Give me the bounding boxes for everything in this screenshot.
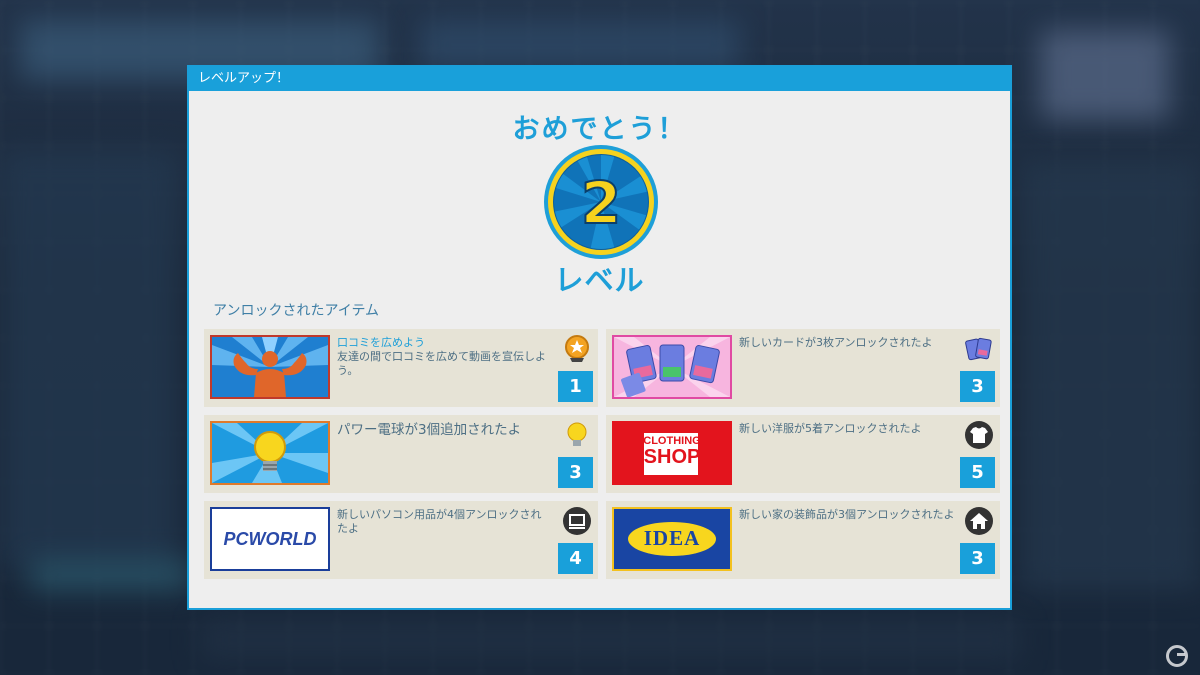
computer-icon	[563, 507, 591, 535]
unlocked-item-cards: 新しいカードが3枚アンロックされたよ 3	[606, 329, 1000, 407]
item-count: 4	[558, 543, 593, 574]
unlocked-items-heading: アンロックされたアイテム	[213, 303, 380, 319]
lightbulb-icon	[567, 422, 587, 446]
idea-logo-text: IDEA	[643, 526, 701, 550]
item-title: 口コミを広めよう	[337, 336, 425, 349]
unlocked-item-home-decor: IDEA 新しい家の装飾品が3個アンロックされたよ 3	[606, 501, 1000, 579]
cards-thumbnail	[612, 335, 732, 399]
item-count: 5	[960, 457, 995, 488]
item-count: 3	[558, 457, 593, 488]
unlocked-item-pc-goods: PCWORLD 新しいパソコン用品が4個アンロックされたよ 4	[204, 501, 598, 579]
item-text: 新しい家の装飾品が3個アンロックされたよ	[739, 508, 964, 522]
cards-icon	[965, 337, 992, 361]
level-up-dialog: レベルアップ！ おめでとう！ 2 レベル アンロックされたアイテム 口コミを広め…	[187, 65, 1012, 610]
item-description: パワー電球が3個追加されたよ	[337, 422, 522, 438]
unlocked-item-power-bulbs: パワー電球が3個追加されたよ 3	[204, 415, 598, 493]
item-text: 新しい洋服が5着アンロックされたよ	[739, 422, 964, 436]
item-description: 新しいパソコン用品が4個アンロックされたよ	[337, 508, 542, 535]
lightbulb-thumbnail	[210, 421, 330, 485]
shirt-icon	[965, 421, 993, 449]
idea-logo: IDEA	[612, 507, 732, 571]
item-description: 新しい家の装飾品が3個アンロックされたよ	[739, 508, 955, 521]
house-icon	[965, 507, 993, 535]
item-count: 3	[960, 543, 995, 574]
level-number: 2	[581, 169, 621, 237]
clothing-shop-logo: CLOTHING SHOP	[612, 421, 732, 485]
congrats-heading: おめでとう！	[512, 114, 687, 145]
item-text: 口コミを広めよう 友達の間で口コミを広めて動画を宣伝しよう。	[337, 336, 547, 378]
star-medal-icon	[565, 335, 589, 362]
item-text: パワー電球が3個追加されたよ	[337, 422, 547, 439]
item-description: 新しい洋服が5着アンロックされたよ	[739, 422, 922, 435]
pcworld-logo: PCWORLD	[210, 507, 330, 571]
item-text: 新しいカードが3枚アンロックされたよ	[739, 336, 964, 350]
level-badge: 2	[544, 145, 658, 259]
item-count: 1	[558, 371, 593, 402]
item-count: 3	[960, 371, 995, 402]
unlocked-item-word-of-mouth: 口コミを広めよう 友達の間で口コミを広めて動画を宣伝しよう。 1	[204, 329, 598, 407]
clothing-logo-line2: SHOP	[643, 446, 701, 468]
dialog-title: レベルアップ！	[189, 67, 1010, 91]
item-description: 新しいカードが3枚アンロックされたよ	[739, 336, 933, 349]
level-label: レベル	[554, 263, 645, 297]
muscle-man-thumbnail	[210, 335, 330, 399]
item-text: 新しいパソコン用品が4個アンロックされたよ	[337, 508, 547, 536]
watermark-logo-icon	[1166, 645, 1188, 667]
item-description: 友達の間で口コミを広めて動画を宣伝しよう。	[337, 350, 546, 377]
unlocked-item-clothing: CLOTHING SHOP 新しい洋服が5着アンロックされたよ 5	[606, 415, 1000, 493]
pcworld-logo-text: PCWORLD	[223, 529, 317, 549]
